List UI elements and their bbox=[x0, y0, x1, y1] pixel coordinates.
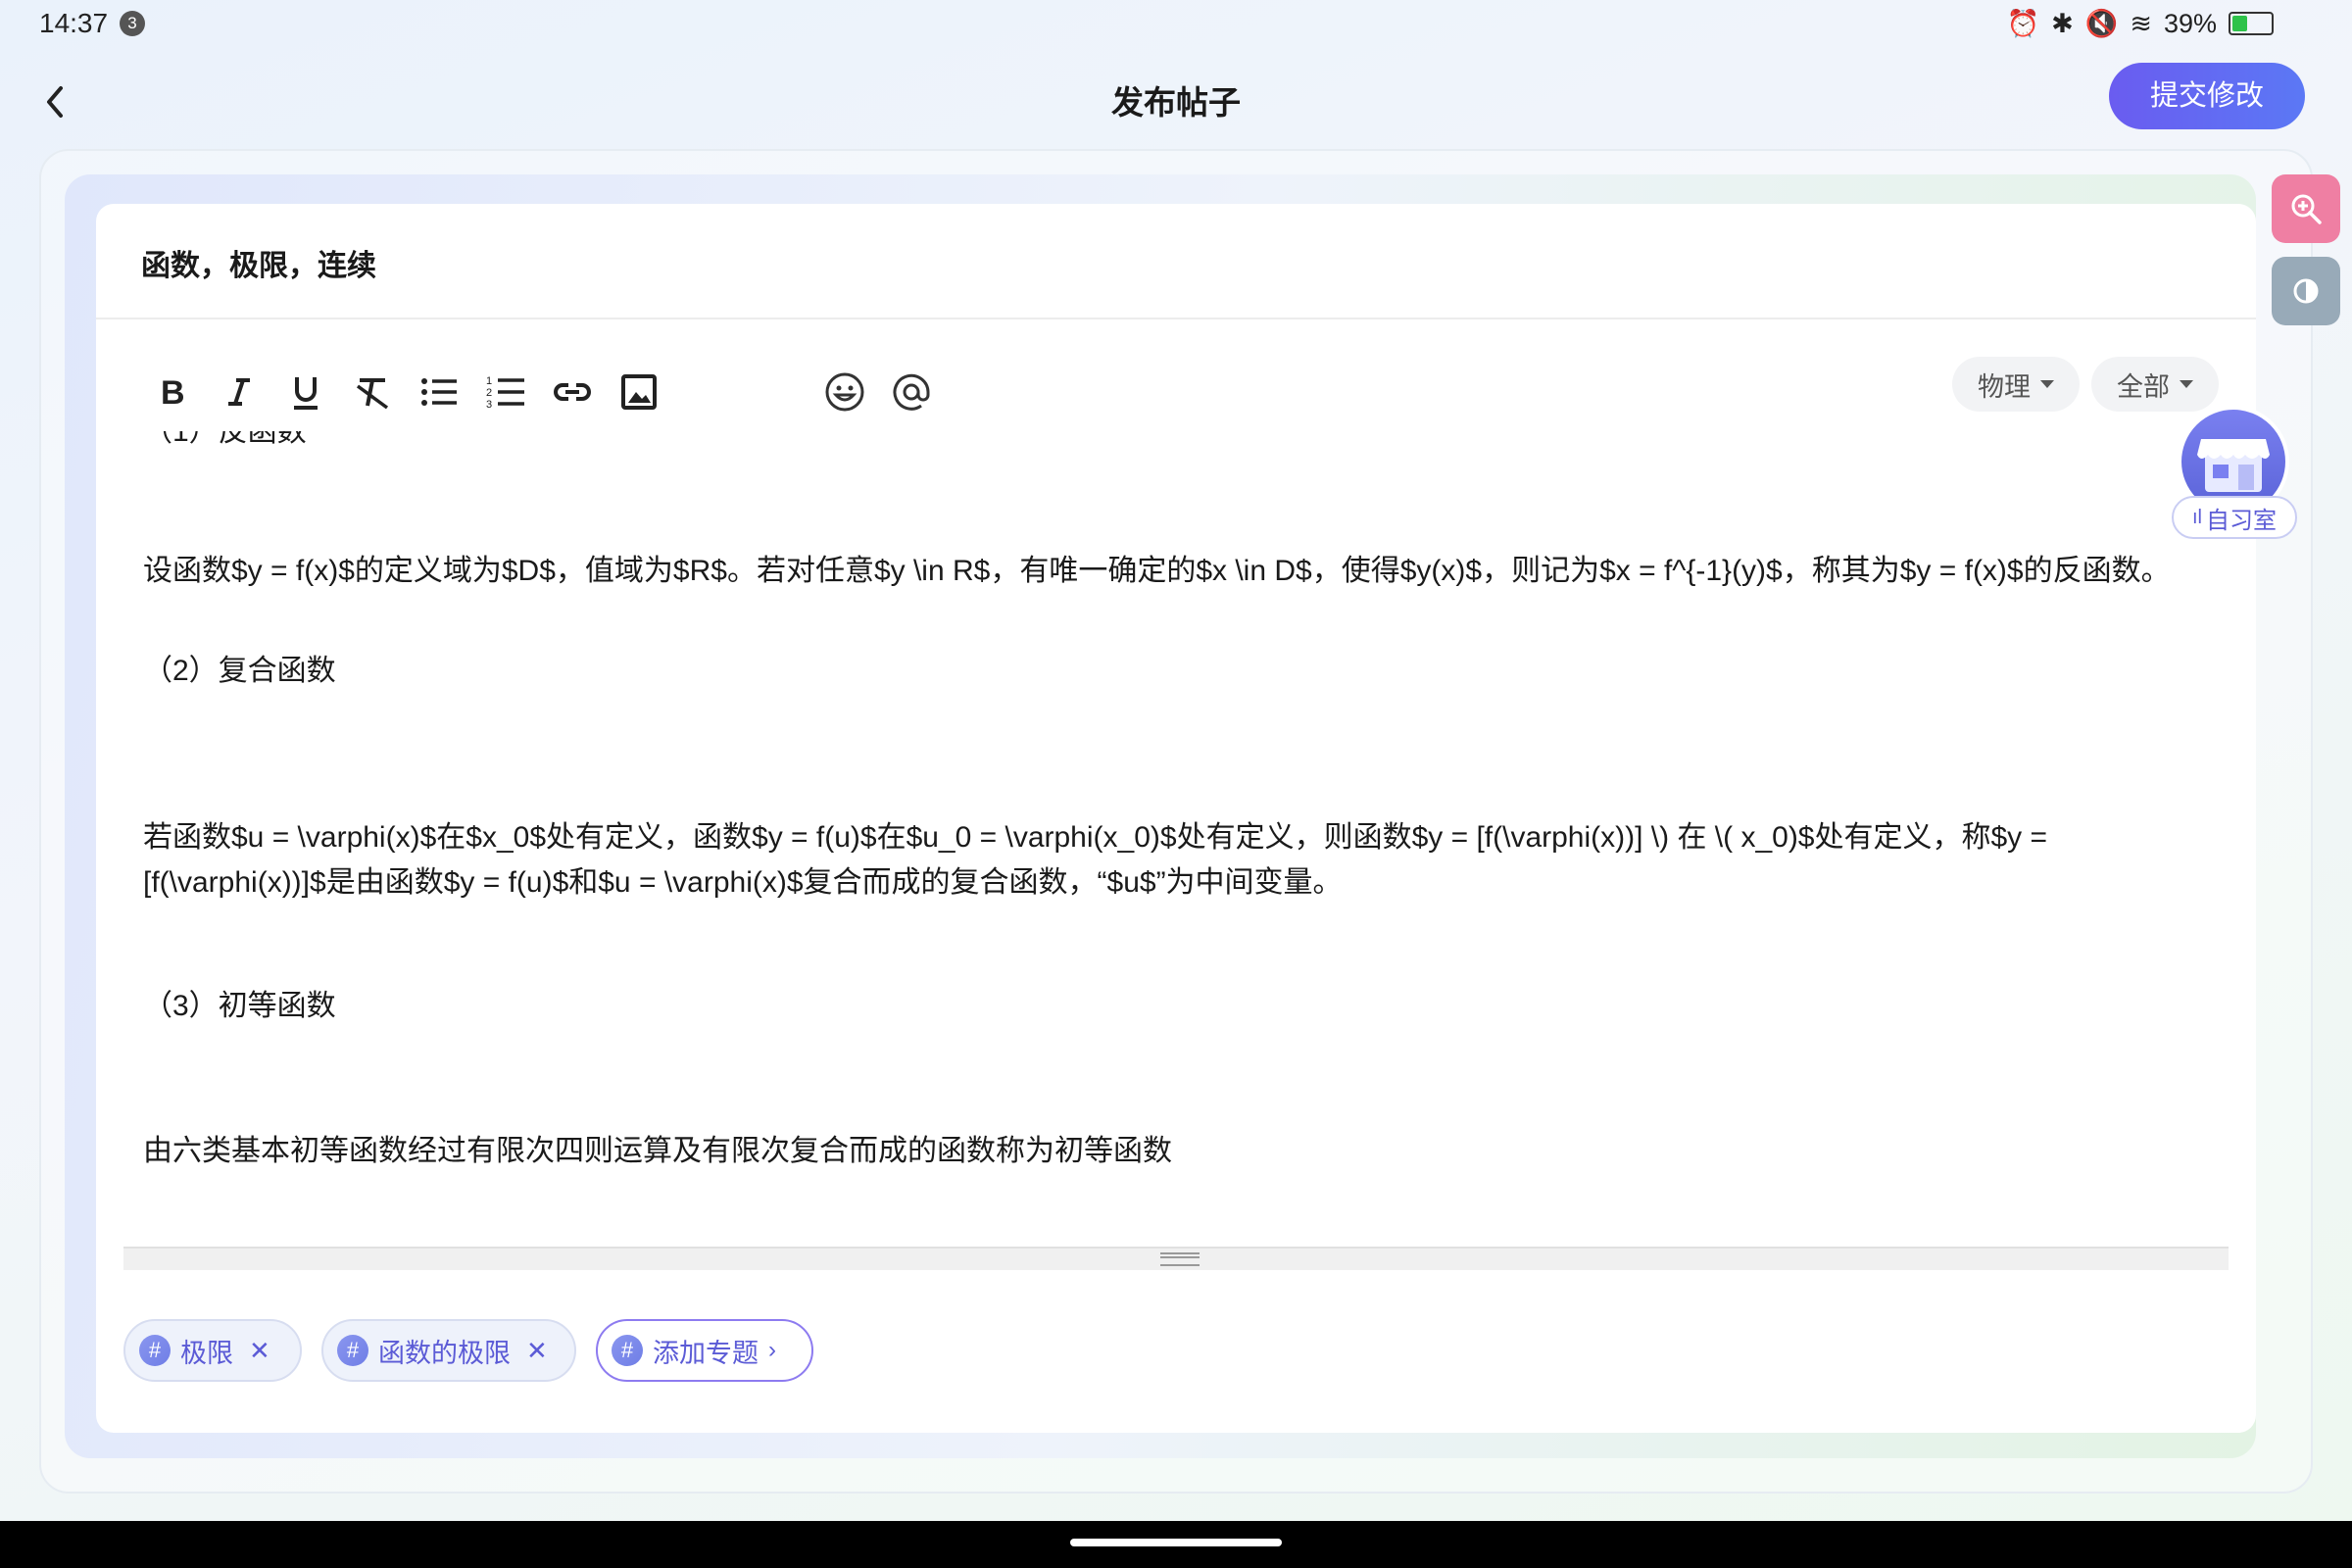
post-title-input[interactable]: 函数，极限，连续 bbox=[141, 241, 376, 284]
hashtag-icon: # bbox=[612, 1335, 643, 1366]
bullet-list-button[interactable] bbox=[416, 353, 463, 431]
svg-text:2: 2 bbox=[486, 387, 492, 399]
scope-dropdown-label: 全部 bbox=[2117, 371, 2170, 402]
heading-composite-function: （2）复合函数 bbox=[143, 655, 336, 687]
contrast-icon bbox=[2293, 278, 2319, 304]
subject-dropdown-label: 物理 bbox=[1978, 371, 2031, 402]
grip-icon bbox=[1160, 1252, 1200, 1266]
emoji-icon bbox=[825, 372, 864, 412]
image-icon bbox=[621, 374, 657, 410]
caret-down-icon bbox=[2040, 380, 2054, 388]
hashtag-icon: # bbox=[139, 1335, 171, 1366]
numbered-list-icon: 1 2 3 bbox=[486, 375, 524, 411]
notification-badge: 3 bbox=[120, 11, 145, 36]
svg-text:3: 3 bbox=[486, 399, 492, 411]
heading-inverse-function: （1）反函数 bbox=[143, 431, 307, 448]
bold-button[interactable]: B bbox=[149, 353, 196, 431]
header: 发布帖子 提交修改 bbox=[0, 51, 2352, 149]
submit-changes-button[interactable]: 提交修改 bbox=[2109, 63, 2305, 129]
bullet-list-icon bbox=[421, 378, 457, 406]
bold-icon: B bbox=[161, 374, 185, 412]
paragraph-composite-function: 若函数$u = \varphi(x)$在$x_0$处有定义，函数$y = f(u… bbox=[143, 821, 2048, 899]
bar-chart-icon: ıl bbox=[2192, 506, 2202, 528]
mute-icon: 🔇 bbox=[2084, 9, 2119, 38]
paragraph-elementary-function: 由六类基本初等函数经过有限次四则运算及有限次复合而成的函数称为初等函数 bbox=[143, 1135, 1172, 1167]
bluetooth-icon: ✱ bbox=[2051, 8, 2074, 38]
wifi-icon: ≋ bbox=[2130, 8, 2152, 38]
hashtag-icon: # bbox=[337, 1335, 368, 1366]
study-room-label: 自习室 bbox=[2206, 507, 2277, 534]
scope-dropdown[interactable]: 全部 bbox=[2091, 357, 2219, 412]
study-room-button[interactable]: ıl 自习室 bbox=[2172, 406, 2297, 543]
underline-icon bbox=[294, 377, 318, 410]
link-icon bbox=[554, 383, 591, 401]
svg-text:1: 1 bbox=[486, 375, 492, 387]
image-button[interactable] bbox=[615, 353, 662, 431]
topic-tag[interactable]: # 函数的极限 ✕ bbox=[321, 1319, 576, 1382]
status-icons: ⏰ ✱ 🔇 ≋ 39% bbox=[2006, 8, 2274, 39]
contrast-button[interactable] bbox=[2272, 257, 2340, 325]
status-time: 14:37 bbox=[39, 8, 109, 38]
post-body-editor[interactable]: （1）反函数 设函数$y = f(x)$的定义域为$D$，值域为$R$。若对任意… bbox=[143, 431, 2211, 1247]
underline-button[interactable] bbox=[282, 353, 329, 431]
remove-tag-icon[interactable]: ✕ bbox=[526, 1336, 548, 1366]
alarm-icon: ⏰ bbox=[2006, 9, 2040, 38]
divider bbox=[96, 318, 2256, 319]
add-topic-label: 添加专题 bbox=[653, 1338, 759, 1368]
zoom-button[interactable] bbox=[2272, 174, 2340, 243]
page-title: 发布帖子 bbox=[1111, 84, 1241, 121]
heading-elementary-function: （3）初等函数 bbox=[143, 990, 336, 1022]
chevron-right-icon: › bbox=[768, 1337, 776, 1363]
topic-tag-label: 极限 bbox=[180, 1338, 233, 1368]
clear-format-icon bbox=[356, 378, 389, 410]
battery-icon bbox=[2229, 12, 2274, 35]
emoji-button[interactable] bbox=[821, 353, 868, 431]
mention-icon bbox=[893, 373, 930, 411]
system-nav-bar bbox=[0, 1521, 2352, 1568]
link-button[interactable] bbox=[549, 353, 596, 431]
add-topic-button[interactable]: # 添加专题 › bbox=[596, 1319, 813, 1382]
italic-button[interactable] bbox=[216, 353, 263, 431]
remove-tag-icon[interactable]: ✕ bbox=[249, 1336, 270, 1366]
topic-tag-label: 函数的极限 bbox=[378, 1338, 511, 1368]
home-indicator[interactable] bbox=[1070, 1539, 1282, 1546]
clear-format-button[interactable] bbox=[349, 353, 396, 431]
mention-button[interactable] bbox=[888, 353, 935, 431]
numbered-list-button[interactable]: 1 2 3 bbox=[482, 353, 529, 431]
subject-dropdown[interactable]: 物理 bbox=[1952, 357, 2080, 412]
paragraph-inverse-function: 设函数$y = f(x)$的定义域为$D$，值域为$R$。若对任意$y \in … bbox=[143, 555, 2171, 587]
study-room-label-chip: ıl 自习室 bbox=[2172, 496, 2297, 539]
topic-tag[interactable]: # 极限 ✕ bbox=[123, 1319, 302, 1382]
italic-icon bbox=[228, 378, 250, 406]
editor-card: 函数，极限，连续 B 1 2 3 物理 全部 （1）反函数 设函数$y = f(… bbox=[96, 204, 2256, 1433]
battery-percent: 39% bbox=[2163, 8, 2217, 38]
resize-handle[interactable] bbox=[123, 1247, 2229, 1270]
zoom-in-icon bbox=[2291, 194, 2322, 224]
svg-text:B: B bbox=[161, 374, 185, 412]
caret-down-icon bbox=[2180, 380, 2193, 388]
status-bar: 14:37 3 ⏰ ✱ 🔇 ≋ 39% bbox=[0, 0, 2352, 51]
